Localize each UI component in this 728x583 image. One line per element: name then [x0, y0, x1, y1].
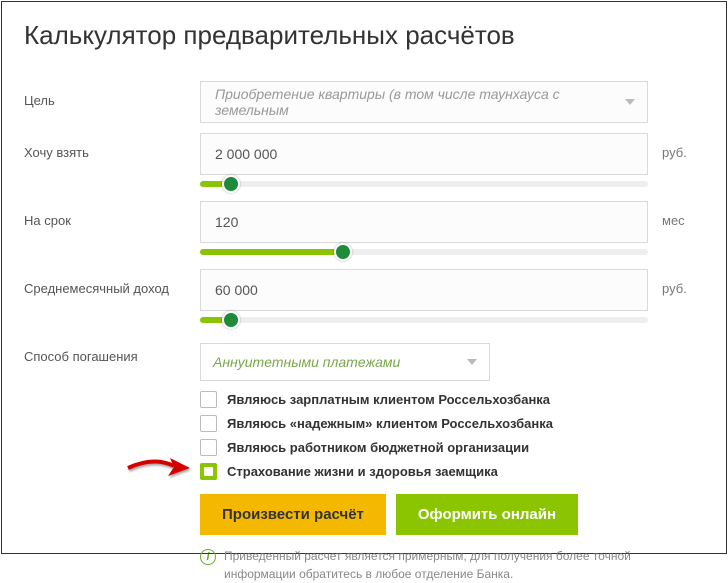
apply-online-button[interactable]: Оформить онлайн [396, 494, 578, 535]
term-unit: мес [648, 201, 704, 228]
amount-slider[interactable] [200, 181, 648, 187]
amount-value: 2 000 000 [215, 146, 277, 162]
check-budget-worker-label: Являюсь работником бюджетной организации [227, 440, 529, 455]
checkbox-icon [200, 391, 217, 408]
check-salary-client-label: Являюсь зарплатным клиентом Россельхозба… [227, 392, 550, 407]
check-reliable-client-label: Являюсь «надежным» клиентом Россельхозба… [227, 416, 553, 431]
income-slider[interactable] [200, 317, 648, 323]
income-unit: руб. [648, 269, 704, 296]
checkbox-icon [200, 415, 217, 432]
term-value: 120 [215, 214, 238, 230]
term-slider-thumb[interactable] [334, 243, 352, 261]
check-insurance[interactable]: Страхование жизни и здоровья заемщика [200, 463, 648, 480]
check-insurance-label: Страхование жизни и здоровья заемщика [227, 464, 498, 479]
amount-label: Хочу взять [24, 133, 200, 160]
income-slider-thumb[interactable] [222, 311, 240, 329]
goal-select[interactable]: Приобретение квартиры (в том числе таунх… [200, 81, 648, 123]
income-value: 60 000 [215, 282, 258, 298]
term-slider[interactable] [200, 249, 648, 255]
calculate-button[interactable]: Произвести расчёт [200, 494, 386, 535]
term-input[interactable]: 120 [200, 201, 648, 243]
goal-select-value: Приобретение квартиры (в том числе таунх… [215, 86, 611, 118]
checkbox-icon [200, 439, 217, 456]
amount-slider-thumb[interactable] [222, 175, 240, 193]
term-label: На срок [24, 201, 200, 228]
note-text: Приведенный расчет является примерным, д… [224, 547, 648, 583]
amount-input[interactable]: 2 000 000 [200, 133, 648, 175]
goal-label: Цель [24, 81, 200, 108]
page-title: Калькулятор предварительных расчётов [24, 20, 704, 51]
method-select-value: Аннуитетными платежами [213, 354, 400, 370]
amount-unit: руб. [648, 133, 704, 160]
check-reliable-client[interactable]: Являюсь «надежным» клиентом Россельхозба… [200, 415, 648, 432]
check-salary-client[interactable]: Являюсь зарплатным клиентом Россельхозба… [200, 391, 648, 408]
method-label: Способ погашения [24, 337, 200, 364]
term-slider-fill [200, 249, 343, 255]
info-icon: i [200, 549, 216, 565]
chevron-down-icon [467, 359, 477, 365]
chevron-down-icon [625, 99, 635, 105]
checkbox-icon [200, 463, 217, 480]
check-budget-worker[interactable]: Являюсь работником бюджетной организации [200, 439, 648, 456]
income-label: Среднемесячный доход [24, 269, 200, 296]
income-input[interactable]: 60 000 [200, 269, 648, 311]
method-select[interactable]: Аннуитетными платежами [200, 343, 490, 381]
